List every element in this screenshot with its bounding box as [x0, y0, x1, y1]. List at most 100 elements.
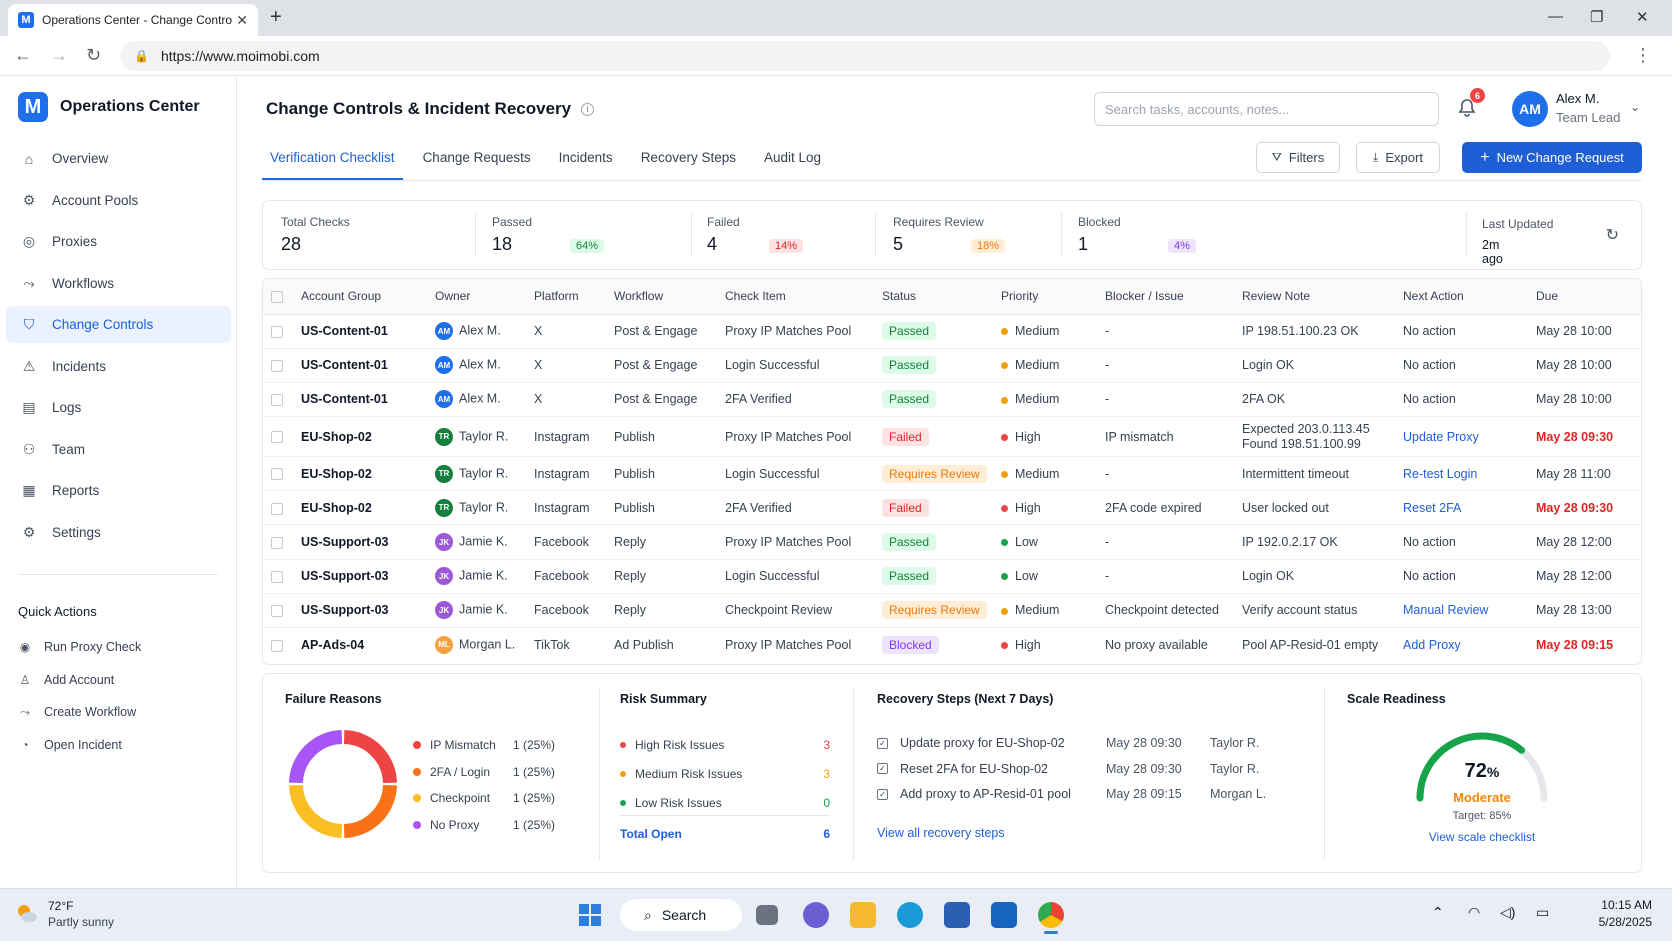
tab-change-requests[interactable]: Change Requests	[415, 140, 539, 180]
user-avatar[interactable]: AM	[1512, 91, 1548, 127]
sidebar-item-team[interactable]: ⚇ Team	[6, 431, 231, 468]
chrome-icon[interactable]	[1038, 902, 1064, 928]
wifi-icon[interactable]: ◠	[1468, 904, 1480, 921]
row-checkbox[interactable]	[271, 325, 283, 338]
table-row[interactable]: EU-Shop-02 TR Taylor R. Instagram Publish 2FA…	[263, 490, 1641, 526]
search-input[interactable]	[1094, 92, 1439, 126]
tab-recovery-steps[interactable]: Recovery Steps	[633, 140, 744, 180]
row-checkbox[interactable]	[271, 502, 283, 515]
column-header[interactable]: Workflow	[606, 279, 717, 315]
next-action-link[interactable]: Manual Review	[1395, 593, 1528, 629]
next-action-link[interactable]: Add Proxy	[1395, 628, 1528, 662]
refresh-icon[interactable]: ↻	[1606, 225, 1619, 245]
sidebar-item-workflows[interactable]: ⤳ Workflows	[6, 265, 231, 302]
table-row[interactable]: US-Support-03 JK Jamie K. Facebook Reply Logi…	[263, 559, 1641, 594]
outlook-icon[interactable]	[991, 902, 1017, 928]
sidebar-item-settings[interactable]: ⚙ Settings	[6, 514, 231, 551]
export-button[interactable]: ⤓ Export	[1356, 142, 1440, 173]
file-explorer-icon[interactable]	[850, 902, 876, 928]
row-checkbox[interactable]	[271, 639, 283, 652]
column-header[interactable]: Due	[1528, 279, 1641, 315]
risk-total-row[interactable]: Total Open 6	[620, 827, 830, 841]
column-header[interactable]: Account Group	[293, 279, 427, 315]
minimize-icon[interactable]: —	[1548, 8, 1563, 25]
column-header[interactable]: Platform	[526, 279, 606, 315]
quick-action-create-workflow[interactable]: ⤳ Create Workflow	[18, 696, 141, 729]
brand[interactable]: M Operations Center	[18, 92, 200, 122]
clock-time[interactable]: 10:15 AM	[1594, 898, 1652, 912]
table-row[interactable]: AP-Ads-04 ML Morgan L. TikTok Ad Publish Prox…	[263, 628, 1641, 662]
tab-incidents[interactable]: Incidents	[551, 140, 621, 180]
sidebar-item-proxies[interactable]: ◎ Proxies	[6, 223, 231, 260]
column-header[interactable]: Owner	[427, 279, 526, 315]
column-header[interactable]: Status	[874, 279, 993, 315]
reload-icon[interactable]: ↻	[86, 45, 101, 66]
tab-verification-checklist[interactable]: Verification Checklist	[262, 140, 403, 180]
table-row[interactable]: US-Content-01 AM Alex M. X Post & Engage Logi…	[263, 348, 1641, 383]
row-checkbox[interactable]	[271, 605, 283, 618]
window-close-icon[interactable]: ✕	[1636, 8, 1649, 26]
column-header[interactable]: Check Item	[717, 279, 874, 315]
next-action-link[interactable]: Re-test Login	[1395, 456, 1528, 492]
row-checkbox[interactable]	[271, 570, 283, 583]
chat-icon[interactable]	[803, 902, 829, 928]
url-box[interactable]: 🔒 https://www.moimobi.com	[120, 41, 1610, 71]
new-change-request-button[interactable]: + New Change Request	[1462, 142, 1642, 173]
chevron-down-icon[interactable]: ⌄	[1630, 100, 1640, 114]
table-row[interactable]: US-Content-01 AM Alex M. X Post & Engage Prox…	[263, 314, 1641, 349]
view-scale-checklist-link[interactable]: View scale checklist	[1407, 830, 1557, 844]
table-row[interactable]: EU-Shop-02 TR Taylor R. Instagram Publish Pro…	[263, 416, 1641, 458]
windows-start-icon[interactable]	[578, 903, 602, 927]
column-header[interactable]: Blocker / Issue	[1097, 279, 1234, 315]
checkbox-icon[interactable]: ✓	[877, 763, 888, 774]
clock-date[interactable]: 5/28/2025	[1584, 915, 1652, 929]
next-action-link[interactable]: Update Proxy	[1395, 416, 1528, 458]
row-checkbox[interactable]	[271, 431, 283, 444]
restore-icon[interactable]: ❐	[1590, 8, 1603, 26]
tray-chevron-icon[interactable]: ⌃	[1432, 904, 1444, 921]
recovery-step-item[interactable]: ✓ Update proxy for EU-Shop-02 May 28 09:30…	[877, 736, 1259, 750]
task-view-icon[interactable]	[756, 905, 778, 925]
tab-audit-log[interactable]: Audit Log	[756, 140, 829, 180]
sidebar-item-reports[interactable]: ▦ Reports	[6, 472, 231, 509]
table-row[interactable]: US-Support-03 JK Jamie K. Facebook Reply Prox…	[263, 524, 1641, 560]
store-icon[interactable]	[944, 902, 970, 928]
sidebar-item-overview[interactable]: ⌂ Overview	[6, 140, 231, 177]
quick-action-add-account[interactable]: ♙ Add Account	[18, 664, 141, 697]
taskbar-search[interactable]: ⌕ Search	[620, 899, 742, 931]
info-icon[interactable]: i	[581, 102, 595, 116]
browser-tab[interactable]: M Operations Center - Change Controls ✕	[8, 4, 258, 36]
browser-menu-icon[interactable]: ⋮	[1634, 45, 1652, 66]
table-row[interactable]: US-Content-01 AM Alex M. X Post & Engage 2FA …	[263, 382, 1641, 418]
quick-action-open-incident[interactable]: ◔ Open Incident	[18, 729, 141, 762]
row-checkbox[interactable]	[271, 468, 283, 481]
sidebar-item-logs[interactable]: ▤ Logs	[6, 389, 231, 426]
recovery-step-item[interactable]: ✓ Add proxy to AP-Resid-01 pool May 28 09:…	[877, 787, 1266, 801]
column-header[interactable]: Review Note	[1234, 279, 1395, 315]
select-all-checkbox[interactable]	[271, 291, 283, 304]
new-tab-icon[interactable]: +	[270, 6, 282, 29]
sidebar-item-incidents[interactable]: ⚠ Incidents	[6, 348, 231, 385]
column-header[interactable]: Next Action	[1395, 279, 1528, 315]
sidebar-item-change-controls[interactable]: ⛉ Change Controls	[6, 306, 231, 343]
battery-icon[interactable]: ▭	[1536, 904, 1549, 921]
checkbox-icon[interactable]: ✓	[877, 737, 888, 749]
close-tab-icon[interactable]: ✕	[236, 12, 248, 29]
recovery-step-item[interactable]: ✓ Reset 2FA for EU-Shop-02 May 28 09:30 Tay…	[877, 762, 1259, 776]
row-checkbox[interactable]	[271, 359, 283, 372]
sidebar-item-account-pools[interactable]: ⚙ Account Pools	[6, 182, 231, 219]
view-all-recovery-link[interactable]: View all recovery steps	[877, 826, 1005, 840]
table-row[interactable]: US-Support-03 JK Jamie K. Facebook Reply Chec…	[263, 593, 1641, 629]
back-icon[interactable]: ←	[14, 45, 32, 66]
volume-icon[interactable]: ◁)	[1500, 904, 1515, 921]
row-checkbox[interactable]	[271, 536, 283, 549]
row-checkbox[interactable]	[271, 394, 283, 407]
forward-icon[interactable]: →	[50, 45, 68, 66]
quick-action-run-proxy-check[interactable]: ◉ Run Proxy Check	[18, 631, 142, 664]
checkbox-icon[interactable]: ✓	[877, 788, 888, 800]
next-action-link[interactable]: Reset 2FA	[1395, 490, 1528, 526]
column-header[interactable]: Priority	[993, 279, 1097, 315]
edge-browser-icon[interactable]	[897, 902, 923, 928]
table-row[interactable]: EU-Shop-02 TR Taylor R. Instagram Publish Log…	[263, 456, 1641, 492]
filters-button[interactable]: ⛛ Filters	[1256, 142, 1340, 173]
